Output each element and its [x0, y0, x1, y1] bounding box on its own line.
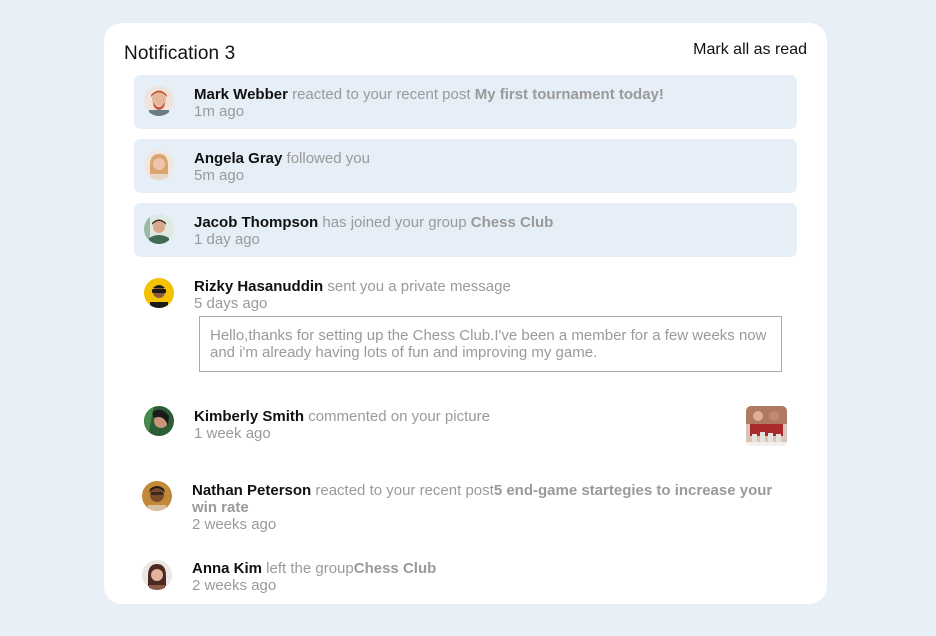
notification-action: followed you [282, 150, 370, 167]
notification-action: commented on your picture [304, 408, 490, 425]
user-name[interactable]: Jacob Thompson [194, 214, 318, 231]
commented-picture[interactable] [746, 406, 787, 446]
page-title: Notification 3 [124, 43, 236, 64]
avatar[interactable] [144, 406, 174, 436]
notification-target[interactable]: My first tournament today! [475, 86, 664, 103]
avatar[interactable] [144, 278, 174, 308]
notification-target[interactable]: Chess Club [354, 560, 437, 577]
user-name[interactable]: Rizky Hasanuddin [194, 278, 323, 295]
notification-time: 5m ago [194, 167, 245, 184]
notification-text: Nathan Peterson reacted to your recent p… [192, 482, 782, 516]
notification-action: left the group [262, 560, 354, 577]
user-name[interactable]: Mark Webber [194, 86, 288, 103]
notifications-header: Notification 3 Mark all as read [124, 41, 807, 67]
notification-action: reacted to your recent post [287, 86, 475, 103]
notification-time: 2 weeks ago [192, 516, 277, 533]
notification-action: sent you a private message [323, 278, 511, 295]
user-name[interactable]: Nathan Peterson [192, 482, 311, 499]
avatar[interactable] [142, 481, 172, 511]
notification-item[interactable]: Jacob Thompson has joined your group Che… [134, 203, 797, 257]
avatar[interactable] [144, 214, 174, 244]
user-name[interactable]: Kimberly Smith [194, 408, 304, 425]
private-message-box[interactable]: Hello,thanks for setting up the Chess Cl… [199, 316, 782, 372]
avatar[interactable] [142, 560, 172, 590]
mark-all-read-button[interactable]: Mark all as read [693, 41, 807, 59]
avatar[interactable] [144, 150, 174, 180]
notification-time: 2 weeks ago [192, 577, 277, 594]
notification-text: Kimberly Smith commented on your picture [194, 408, 490, 425]
notification-time: 1m ago [194, 103, 245, 120]
notifications-card: Notification 3 Mark all as read Mark Web… [104, 23, 827, 604]
notification-text: Mark Webber reacted to your recent post … [194, 86, 664, 103]
notification-text: Rizky Hasanuddin sent you a private mess… [194, 278, 511, 295]
notification-action: reacted to your recent post [311, 482, 494, 499]
notification-item[interactable]: Kimberly Smith commented on your picture… [134, 397, 797, 451]
notification-item[interactable]: Anna Kim left the groupChess Club 2 week… [134, 550, 797, 600]
notification-time: 1 day ago [194, 231, 260, 248]
notification-action: has joined your group [318, 214, 471, 231]
notification-item[interactable]: Angela Gray followed you 5m ago [134, 139, 797, 193]
user-name[interactable]: Anna Kim [192, 560, 262, 577]
notification-item[interactable]: Mark Webber reacted to your recent post … [134, 75, 797, 129]
user-name[interactable]: Angela Gray [194, 150, 282, 167]
notification-text: Jacob Thompson has joined your group Che… [194, 214, 553, 231]
notification-text: Anna Kim left the groupChess Club [192, 560, 436, 577]
notification-target[interactable]: Chess Club [471, 214, 554, 231]
notification-time: 5 days ago [194, 295, 268, 312]
notification-text: Angela Gray followed you [194, 150, 370, 167]
avatar[interactable] [144, 86, 174, 116]
notification-item[interactable]: Rizky Hasanuddin sent you a private mess… [134, 267, 797, 321]
notification-item[interactable]: Nathan Peterson reacted to your recent p… [134, 471, 797, 535]
notification-time: 1 week ago [194, 425, 271, 442]
